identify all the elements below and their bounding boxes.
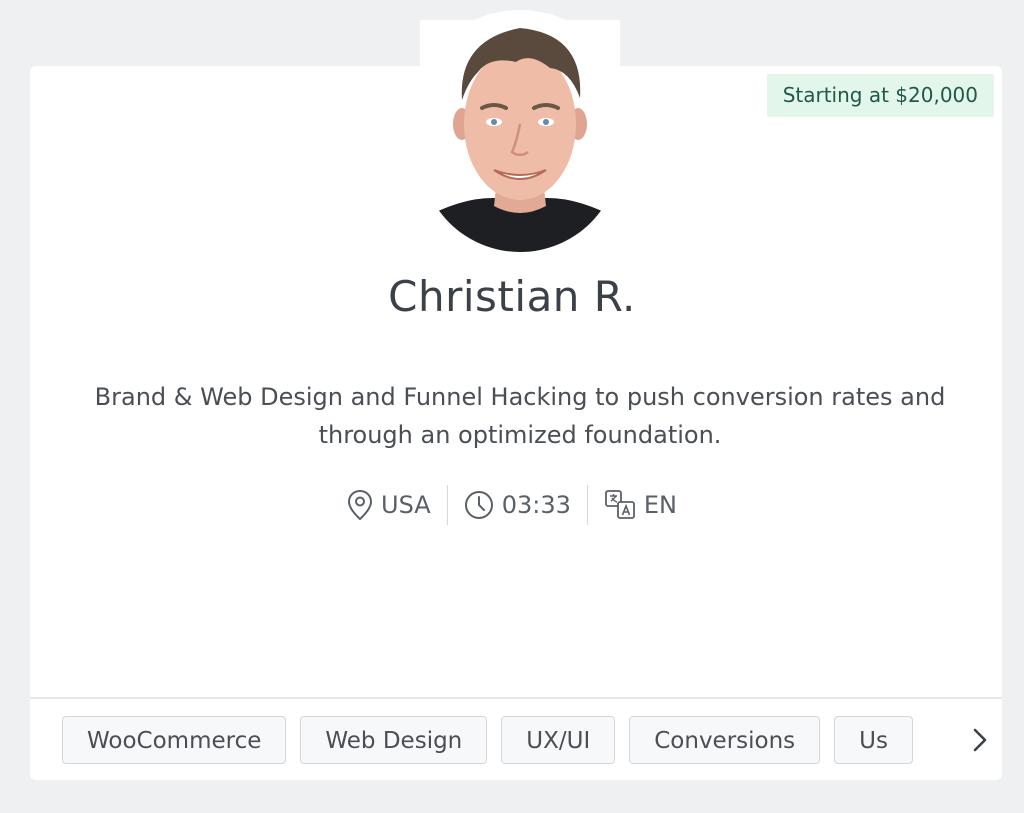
language-text: EN [643, 491, 677, 519]
meta-time: 03:33 [448, 484, 587, 526]
tag-woocommerce[interactable]: WooCommerce [62, 716, 287, 764]
tag-web-design[interactable]: Web Design [300, 716, 488, 764]
meta-language: EN [588, 484, 693, 526]
translate-icon [604, 490, 635, 519]
meta-location: USA [331, 484, 447, 526]
profile-page: Starting at $20,000 Christian R. Brand &… [0, 0, 1024, 813]
card-divider [30, 697, 1002, 699]
skill-tags: WooCommerce Web Design UX/UI Conversions… [62, 716, 922, 768]
tag-ux-ui[interactable]: UX/UI [501, 716, 616, 764]
avatar-portrait-icon [420, 28, 620, 252]
price-badge: Starting at $20,000 [766, 74, 994, 117]
map-pin-icon [348, 489, 373, 521]
clock-icon [464, 491, 493, 519]
chevron-right-icon [973, 728, 987, 752]
location-text: USA [381, 491, 431, 519]
profile-bio: Brand & Web Design and Funnel Hacking to… [94, 383, 946, 449]
local-time-text: 03:33 [501, 491, 571, 519]
tags-next-button[interactable] [962, 722, 998, 758]
profile-meta: USA 03:33 EN [0, 484, 1024, 526]
tag-conversions[interactable]: Conversions [629, 716, 821, 764]
tag-partial[interactable]: Us [834, 716, 913, 764]
avatar [420, 20, 620, 252]
profile-name: Christian R. [388, 272, 636, 321]
